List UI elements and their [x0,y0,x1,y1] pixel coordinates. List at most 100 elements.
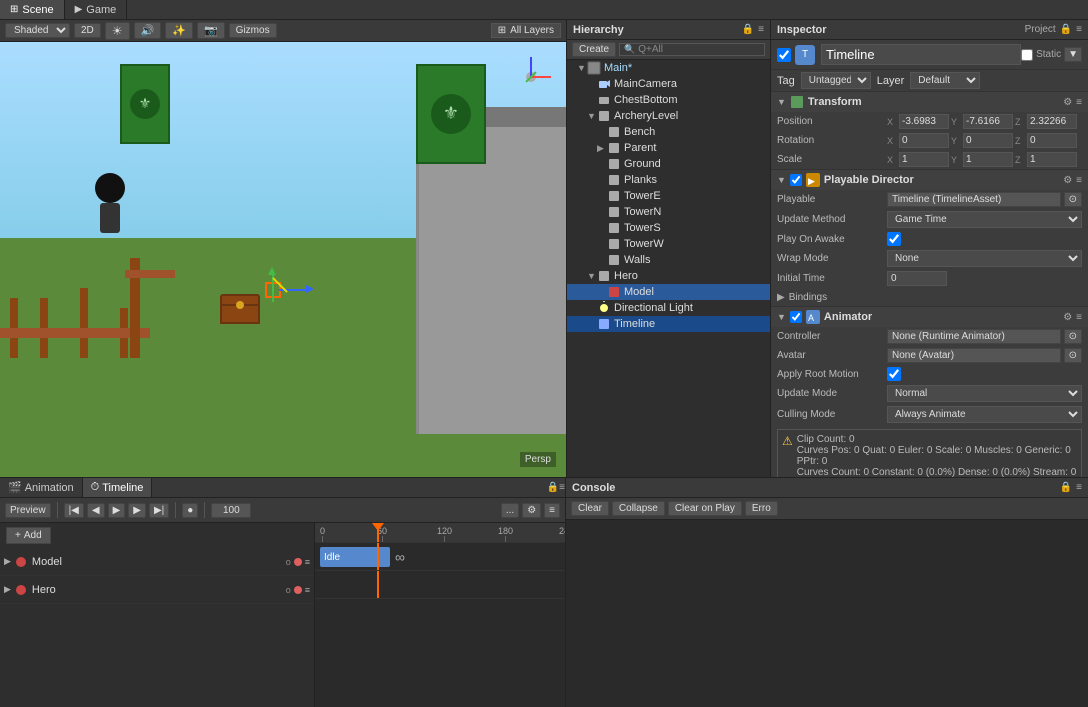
animator-header[interactable]: ▼ A Animator ⚙ ≡ [771,307,1088,327]
go-end-btn[interactable]: ▶| [149,503,169,518]
hero-track-expand[interactable]: ▶ [4,584,11,595]
tab-timeline[interactable]: ⏱ Timeline [83,478,153,497]
model-track-menu[interactable]: ≡ [305,557,310,567]
next-frame-btn[interactable]: ▶ [128,503,146,518]
fx-button[interactable]: ✨ [165,22,193,39]
animator-avatar-select-btn[interactable]: ⊙ [1064,348,1082,363]
tab-scene[interactable]: ⊞ Scene [0,0,65,19]
console-clear-btn[interactable]: Clear [571,501,609,516]
preview-btn[interactable]: Preview [5,503,51,518]
animator-enabled[interactable] [790,311,802,323]
hero-track-menu[interactable]: ≡ [305,585,310,595]
scale-z-input[interactable]: 1 [1027,152,1077,167]
console-error-btn[interactable]: Erro [745,501,778,516]
hierarchy-item-hero[interactable]: ▼ Hero [567,268,770,284]
hierarchy-search[interactable]: 🔍 Q+All [619,43,765,56]
pos-y-input[interactable]: -7.6166 [963,114,1013,129]
hierarchy-item-towere[interactable]: ▶ TowerE [567,188,770,204]
hierarchy-item-dirlight[interactable]: ▶ Directional Light [567,300,770,316]
hierarchy-item-ground[interactable]: ▶ Ground [567,156,770,172]
record-btn[interactable]: ● [182,503,198,518]
tag-select[interactable]: Untagged [801,72,871,89]
transform-menu-btn[interactable]: ≡ [1076,97,1082,108]
layer-select[interactable]: Default [910,72,980,89]
pd-playable-ref[interactable]: Timeline (TimelineAsset) [887,192,1061,207]
track-model[interactable]: ▶ Model o ≡ [0,548,314,576]
project-tab-btn[interactable]: Project [1025,24,1056,35]
pos-x-input[interactable]: -3.6983 [899,114,949,129]
frame-counter[interactable]: 100 [211,503,251,518]
scale-y-input[interactable]: 1 [963,152,1013,167]
model-track-expand[interactable]: ▶ [4,556,11,567]
animator-controller-select-btn[interactable]: ⊙ [1064,329,1082,344]
animator-update-mode-select[interactable]: Normal [887,385,1082,402]
pd-initial-time-input[interactable]: 0 [887,271,947,286]
go-start-btn[interactable]: |◀ [64,503,84,518]
transform-settings-btn[interactable]: ⚙ [1063,97,1072,108]
rot-y-input[interactable]: 0 [963,133,1013,148]
animator-avatar-ref[interactable]: None (Avatar) [887,348,1061,363]
hierarchy-item-timeline[interactable]: ▶ Timeline [567,316,770,332]
gizmos-button[interactable]: Gizmos [229,23,277,38]
timeline-area[interactable]: 0 60 120 18 [315,523,565,707]
hierarchy-item-planks[interactable]: ▶ Planks [567,172,770,188]
pd-update-method-select[interactable]: Game Time [887,211,1082,228]
hierarchy-item-main[interactable]: ▼ Main* [567,60,770,76]
obj-name-input[interactable] [821,44,1021,65]
prev-frame-btn[interactable]: ◀ [87,503,105,518]
track-hero[interactable]: ▶ Hero o ≡ [0,576,314,604]
model-track-dot[interactable] [294,558,302,566]
tl-zoom-out-btn[interactable]: ... [501,503,519,518]
hierarchy-item-towerw[interactable]: ▶ TowerW [567,236,770,252]
hierarchy-create-btn[interactable]: Create [572,42,616,57]
pd-play-on-awake-checkbox[interactable] [887,232,901,246]
hierarchy-menu-btn[interactable]: ≡ [758,24,764,35]
console-clear-on-play-btn[interactable]: Clear on Play [668,501,742,516]
animator-settings-btn[interactable]: ⚙ [1063,312,1072,323]
playable-director-enabled[interactable] [790,174,802,186]
inspector-menu-btn[interactable]: ≡ [1076,24,1082,35]
hierarchy-item-parent[interactable]: ▶ Parent [567,140,770,156]
gizmo-widget[interactable] [501,47,561,107]
tab-game[interactable]: ▶ Game [65,0,128,19]
tl-settings-btn[interactable]: ⚙ [522,503,541,518]
hierarchy-item-walls[interactable]: ▶ Walls [567,252,770,268]
add-track-btn[interactable]: + Add [6,527,51,544]
hierarchy-item-chestbottom[interactable]: ▶ ChestBottom [567,92,770,108]
pd-settings-btn[interactable]: ⚙ [1063,175,1072,186]
hierarchy-content[interactable]: ▼ Main* ▶ MainCamera ▶ ChestBottom [567,60,770,477]
animator-culling-mode-select[interactable]: Always Animate [887,406,1082,423]
rot-x-input[interactable]: 0 [899,133,949,148]
pd-playable-select-btn[interactable]: ⊙ [1064,192,1082,207]
sun-icon-button[interactable]: ☀ [105,22,130,40]
hierarchy-item-maincamera[interactable]: ▶ MainCamera [567,76,770,92]
console-menu-btn[interactable]: ≡ [1076,482,1082,493]
static-checkbox[interactable] [1021,49,1033,61]
tl-overflow-btn[interactable]: ≡ [544,503,560,518]
animator-menu-btn[interactable]: ≡ [1076,312,1082,323]
scene-viewport[interactable]: ⚜ ⚜ [0,42,566,477]
static-dropdown-btn[interactable]: ▼ [1064,47,1082,62]
audio-button[interactable]: 🔊 [134,22,162,39]
obj-enabled-checkbox[interactable] [777,48,791,62]
playable-director-header[interactable]: ▼ ▶ Playable Director ⚙ ≡ [771,170,1088,190]
animator-controller-ref[interactable]: None (Runtime Animator) [887,329,1061,344]
shaded-select[interactable]: Shaded [5,23,70,38]
camera-button[interactable]: 📷 [197,22,225,39]
hierarchy-item-archerylevel[interactable]: ▼ ArcheryLevel [567,108,770,124]
transform-header[interactable]: ▼ Transform ⚙ ≡ [771,92,1088,112]
pd-menu-btn[interactable]: ≡ [1076,175,1082,186]
play-btn[interactable]: ▶ [108,503,126,518]
timeline-menu-btn[interactable]: ≡ [559,478,565,497]
hierarchy-item-towers[interactable]: ▶ TowerS [567,220,770,236]
idle-clip[interactable]: Idle [320,547,390,567]
layers-control[interactable]: ⊞ All Layers [491,23,561,38]
timeline-lock-btn[interactable]: 🔒 [547,478,559,497]
hierarchy-item-bench[interactable]: ▶ Bench [567,124,770,140]
hierarchy-lock-btn[interactable]: 🔒 [742,24,754,35]
pos-z-input[interactable]: 2.32266 [1027,114,1077,129]
hero-track-dot[interactable] [294,586,302,594]
tab-animation[interactable]: 🎬 Animation [0,478,83,497]
console-collapse-btn[interactable]: Collapse [612,501,665,516]
hierarchy-item-towern[interactable]: ▶ TowerN [567,204,770,220]
